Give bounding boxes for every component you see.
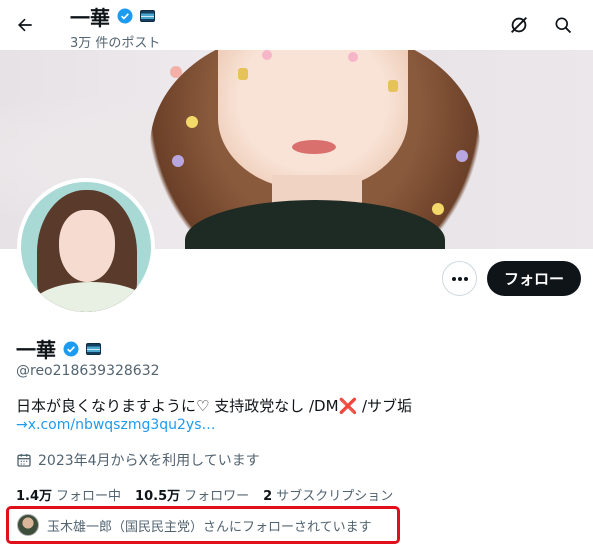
verified-badge-icon [117,8,133,24]
profile-name-row: 一華 [16,334,101,363]
grok-button[interactable] [503,9,535,41]
search-button[interactable] [547,9,579,41]
calendar-icon [17,454,31,467]
follower-avatar [17,514,39,536]
joined-date: 2023年4月からXを利用しています [16,450,260,470]
flower-decoration [170,66,182,78]
more-dots-icon [451,276,468,281]
follow-button[interactable]: フォロー [487,261,581,296]
flower-decoration [432,203,444,215]
profile-avatar[interactable] [17,178,155,316]
flower-decoration [186,116,198,128]
profile-stats: 1.4万 フォロー中 10.5万 フォロワー 2 サブスクリプション [16,485,393,504]
profile-name: 一華 [16,338,56,362]
flag-emoji-icon [86,342,101,355]
following-label: フォロー中 [56,489,122,504]
subscriptions-label: サブスクリプション [276,489,394,504]
followers-stat[interactable]: 10.5万 フォロワー [135,485,249,504]
banner-earring-left [238,68,248,80]
following-stat[interactable]: 1.4万 フォロー中 [16,485,121,504]
circle-slash-icon [511,17,527,33]
arrow-left-icon [18,18,32,32]
subscriptions-count: 2 [263,489,273,504]
followed-by-highlight[interactable]: 玉木雄一郎（国民民主党）さんにフォローされています [6,506,400,544]
search-icon [555,17,572,34]
following-count: 1.4万 [16,489,53,504]
flower-decoration [172,155,184,167]
banner-earring-right [388,80,398,92]
bio-link[interactable]: →x.com/nbwqszmg3qu2ys… [16,417,216,433]
back-button[interactable] [8,8,42,42]
followers-label: フォロワー [184,489,250,504]
banner-lips [292,140,336,154]
verified-badge-icon[interactable] [62,340,80,358]
profile-bio: 日本が良くなりますように♡ 支持政党なし /DM❌ /サブ垢 [16,397,413,415]
post-count: 3万 件のポスト [70,36,161,51]
subscriptions-stat[interactable]: 2 サブスクリプション [263,485,393,504]
profile-header: 一華 3万 件のポスト [0,0,593,52]
header-title: 一華 [70,5,110,30]
profile-handle: @reo218639328632 [16,363,160,379]
flower-decoration [456,150,468,162]
flower-decoration [262,50,272,60]
followed-by-text: 玉木雄一郎（国民民主党）さんにフォローされています [47,519,372,535]
joined-text: 2023年4月からXを利用しています [38,453,260,469]
more-options-button[interactable] [442,261,477,296]
flag-emoji-icon [140,10,155,22]
avatar-face [59,210,115,282]
flower-decoration [348,52,358,62]
header-title-block: 一華 3万 件のポスト [70,3,161,52]
followers-count: 10.5万 [135,489,181,504]
